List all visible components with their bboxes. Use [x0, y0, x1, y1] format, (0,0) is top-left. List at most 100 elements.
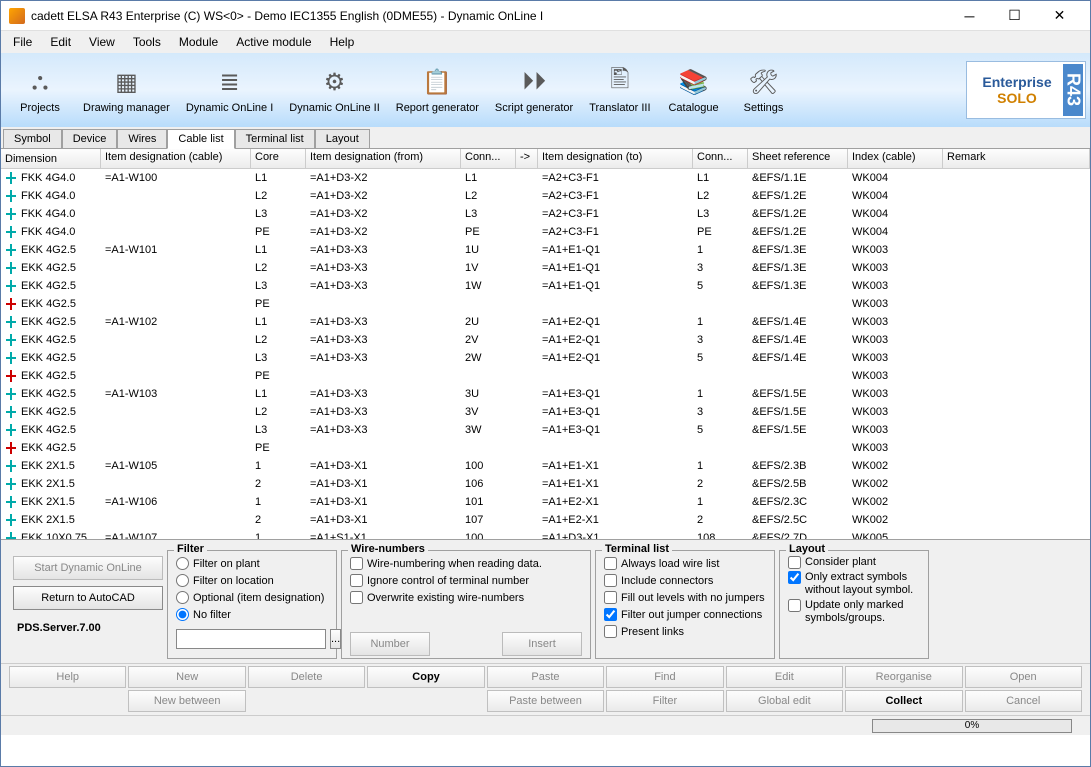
column-header[interactable]: Dimension — [1, 149, 101, 168]
action-filter[interactable]: Filter — [606, 690, 723, 712]
table-row[interactable]: EKK 4G2.5=A1-W101L1=A1+D3-X31U=A1+E1-Q11… — [1, 241, 1090, 259]
wire-option[interactable]: Overwrite existing wire-numbers — [350, 589, 582, 606]
table-row[interactable]: EKK 2X1.52=A1+D3-X1107=A1+E2-X12&EFS/2.5… — [1, 511, 1090, 529]
table-row[interactable]: EKK 4G2.5PEWK003 — [1, 295, 1090, 313]
column-header[interactable]: Item designation (to) — [538, 149, 693, 168]
close-button[interactable]: ✕ — [1037, 2, 1082, 30]
table-row[interactable]: FKK 4G4.0PE=A1+D3-X2PE=A2+C3-F1PE&EFS/1.… — [1, 223, 1090, 241]
tab-terminal-list[interactable]: Terminal list — [235, 129, 315, 148]
column-header[interactable]: Item designation (from) — [306, 149, 461, 168]
dynamic-online-i-icon: ≣ — [214, 66, 246, 98]
layout-option[interactable]: Only extract symbols without layout symb… — [788, 570, 920, 598]
action-delete[interactable]: Delete — [248, 666, 365, 688]
minimize-button[interactable]: ─ — [947, 2, 992, 30]
bottom-panel: Start Dynamic OnLine Return to AutoCAD P… — [1, 539, 1090, 663]
table-row[interactable]: EKK 4G2.5L2=A1+D3-X31V=A1+E1-Q13&EFS/1.3… — [1, 259, 1090, 277]
filter-browse-button[interactable]: ... — [330, 629, 341, 649]
action-paste-between[interactable]: Paste between — [487, 690, 604, 712]
terminal-option[interactable]: Filter out jumper connections — [604, 606, 766, 623]
table-row[interactable]: EKK 10X0.75=A1-W1071=A1+S1-X1100=A1+D3-X… — [1, 529, 1090, 539]
return-to-autocad-button[interactable]: Return to AutoCAD — [13, 586, 163, 610]
column-header[interactable]: Remark — [943, 149, 1090, 168]
terminal-option[interactable]: Include connectors — [604, 572, 766, 589]
action-help[interactable]: Help — [9, 666, 126, 688]
table-row[interactable]: EKK 2X1.5=A1-W1061=A1+D3-X1101=A1+E2-X11… — [1, 493, 1090, 511]
toolbar-drawing-manager[interactable]: ▦Drawing manager — [75, 56, 178, 124]
toolbar-settings[interactable]: 🛠Settings — [729, 56, 799, 124]
filter-option[interactable]: Filter on plant — [176, 555, 328, 572]
toolbar-dynamic-online-i[interactable]: ≣Dynamic OnLine I — [178, 56, 281, 124]
table-row[interactable]: FKK 4G4.0=A1-W100L1=A1+D3-X2L1=A2+C3-F1L… — [1, 169, 1090, 187]
action-edit[interactable]: Edit — [726, 666, 843, 688]
toolbar-projects[interactable]: ⛬Projects — [5, 56, 75, 124]
filter-input[interactable] — [176, 629, 326, 649]
toolbar-dynamic-online-ii[interactable]: ⚙Dynamic OnLine II — [281, 56, 387, 124]
toolbar-report-generator[interactable]: 📋Report generator — [388, 56, 487, 124]
window-title: cadett ELSA R43 Enterprise (C) WS<0> - D… — [31, 9, 947, 23]
action-global-edit[interactable]: Global edit — [726, 690, 843, 712]
menu-help[interactable]: Help — [322, 33, 363, 51]
action-cancel[interactable]: Cancel — [965, 690, 1082, 712]
terminal-option[interactable]: Fill out levels with no jumpers — [604, 589, 766, 606]
table-row[interactable]: EKK 4G2.5L3=A1+D3-X31W=A1+E1-Q15&EFS/1.3… — [1, 277, 1090, 295]
table-row[interactable]: EKK 4G2.5L2=A1+D3-X32V=A1+E2-Q13&EFS/1.4… — [1, 331, 1090, 349]
maximize-button[interactable]: ☐ — [992, 2, 1037, 30]
table-row[interactable]: FKK 4G4.0L3=A1+D3-X2L3=A2+C3-F1L3&EFS/1.… — [1, 205, 1090, 223]
table-row[interactable]: EKK 4G2.5=A1-W102L1=A1+D3-X32U=A1+E2-Q11… — [1, 313, 1090, 331]
action-find[interactable]: Find — [606, 666, 723, 688]
column-header[interactable]: -> — [516, 149, 538, 168]
tab-cable-list[interactable]: Cable list — [167, 129, 234, 149]
table-row[interactable]: EKK 4G2.5L3=A1+D3-X32W=A1+E2-Q15&EFS/1.4… — [1, 349, 1090, 367]
translator-iii-icon: 🖺 — [604, 66, 636, 98]
menu-module[interactable]: Module — [171, 33, 226, 51]
toolbar-translator-iii[interactable]: 🖺Translator III — [581, 56, 658, 124]
toolbar-script-generator[interactable]: ⏵⏵Script generator — [487, 56, 581, 124]
menu-active-module[interactable]: Active module — [228, 33, 319, 51]
menu-view[interactable]: View — [81, 33, 123, 51]
column-header[interactable]: Conn... — [693, 149, 748, 168]
menu-file[interactable]: File — [5, 33, 40, 51]
action-paste[interactable]: Paste — [487, 666, 604, 688]
action-new[interactable]: New — [128, 666, 245, 688]
tab-symbol[interactable]: Symbol — [3, 129, 62, 148]
column-header[interactable]: Conn... — [461, 149, 516, 168]
start-dynamic-online-button[interactable]: Start Dynamic OnLine — [13, 556, 163, 580]
column-header[interactable]: Core — [251, 149, 306, 168]
layout-option[interactable]: Update only marked symbols/groups. — [788, 598, 920, 626]
table-row[interactable]: EKK 4G2.5PEWK003 — [1, 439, 1090, 457]
terminal-option[interactable]: Always load wire list — [604, 555, 766, 572]
action-reorganise[interactable]: Reorganise — [845, 666, 962, 688]
action-open[interactable]: Open — [965, 666, 1082, 688]
filter-option[interactable]: Optional (item designation) — [176, 589, 328, 606]
toolbar-catalogue[interactable]: 📚Catalogue — [659, 56, 729, 124]
wire-option[interactable]: Ignore control of terminal number — [350, 572, 582, 589]
table-row[interactable]: EKK 4G2.5PEWK003 — [1, 367, 1090, 385]
menu-edit[interactable]: Edit — [42, 33, 79, 51]
table-row[interactable]: EKK 4G2.5L2=A1+D3-X33V=A1+E3-Q13&EFS/1.5… — [1, 403, 1090, 421]
tab-wires[interactable]: Wires — [117, 129, 167, 148]
table-row[interactable]: EKK 2X1.52=A1+D3-X1106=A1+E1-X12&EFS/2.5… — [1, 475, 1090, 493]
column-header[interactable]: Index (cable) — [848, 149, 943, 168]
terminal-option[interactable]: Present links — [604, 623, 766, 640]
table-row[interactable]: EKK 2X1.5=A1-W1051=A1+D3-X1100=A1+E1-X11… — [1, 457, 1090, 475]
table-row[interactable]: EKK 4G2.5=A1-W103L1=A1+D3-X33U=A1+E3-Q11… — [1, 385, 1090, 403]
tab-device[interactable]: Device — [62, 129, 118, 148]
tab-layout[interactable]: Layout — [315, 129, 370, 148]
column-header[interactable]: Item designation (cable) — [101, 149, 251, 168]
insert-button[interactable]: Insert — [502, 632, 582, 656]
filter-option[interactable]: No filter — [176, 606, 328, 623]
layout-option[interactable]: Consider plant — [788, 555, 920, 570]
table-row[interactable]: EKK 4G2.5L3=A1+D3-X33W=A1+E3-Q15&EFS/1.5… — [1, 421, 1090, 439]
filter-option[interactable]: Filter on location — [176, 572, 328, 589]
layout-title: Layout — [786, 543, 828, 555]
filter-title: Filter — [174, 543, 207, 555]
wire-option[interactable]: Wire-numbering when reading data. — [350, 555, 582, 572]
number-button[interactable]: Number — [350, 632, 430, 656]
action-copy[interactable]: Copy — [367, 666, 484, 688]
column-header[interactable]: Sheet reference — [748, 149, 848, 168]
menu-tools[interactable]: Tools — [125, 33, 169, 51]
table-row[interactable]: FKK 4G4.0L2=A1+D3-X2L2=A2+C3-F1L2&EFS/1.… — [1, 187, 1090, 205]
action-collect[interactable]: Collect — [845, 690, 962, 712]
action-new-between[interactable]: New between — [128, 690, 245, 712]
grid-body[interactable]: FKK 4G4.0=A1-W100L1=A1+D3-X2L1=A2+C3-F1L… — [1, 169, 1090, 539]
